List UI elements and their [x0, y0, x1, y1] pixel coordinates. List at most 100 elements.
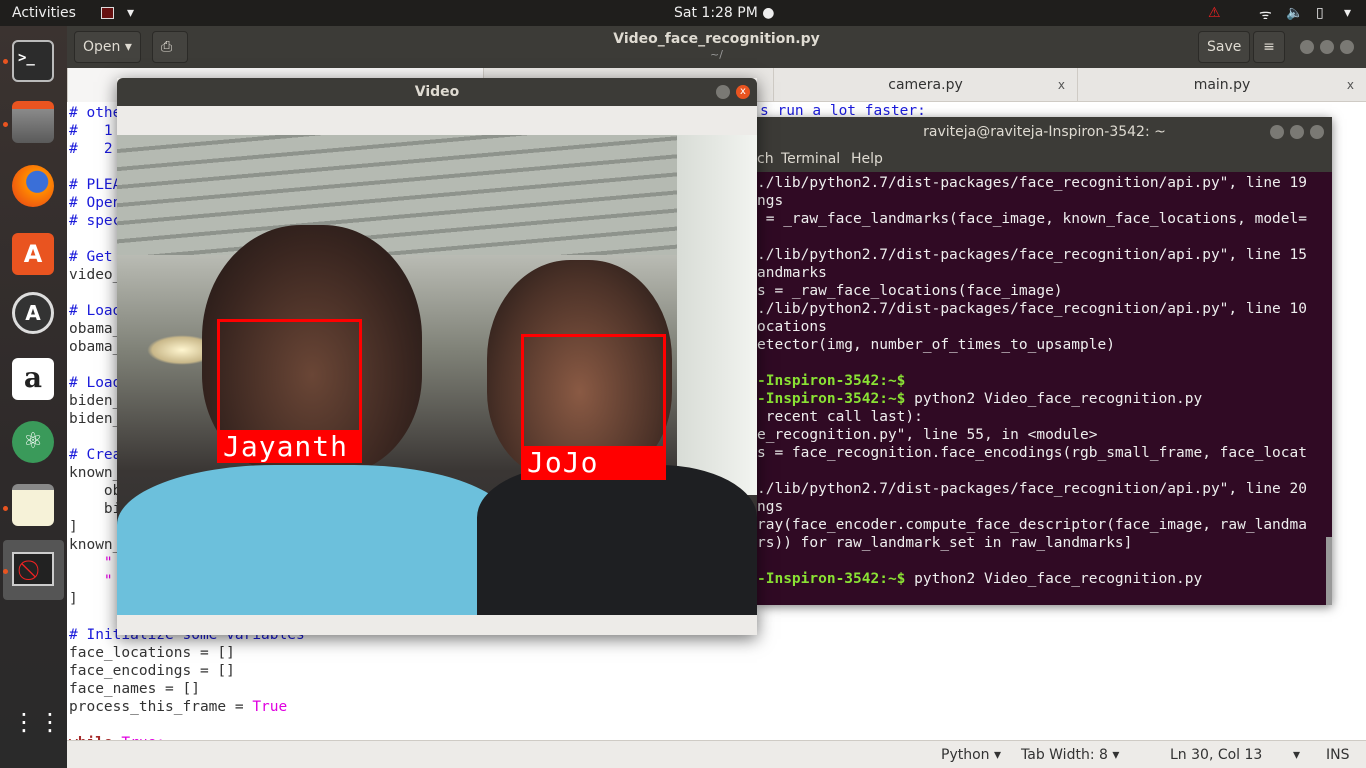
top-bar: Activities ▾ Sat 1:28 PM ● ⚠ ᯤ 🔈 ▯ ▾ — [0, 0, 1366, 26]
terminal-maximize-button[interactable] — [1290, 125, 1304, 139]
code-text: # PLEA — [69, 177, 122, 193]
activities-button[interactable]: Activities — [12, 5, 76, 21]
volume-muted-icon[interactable]: 🔈 — [1286, 5, 1303, 21]
code-keyword: True — [252, 699, 288, 715]
terminal-title: raviteja@raviteja-Inspiron-3542: ~ — [757, 117, 1332, 147]
code-text: # spec — [69, 213, 122, 229]
wifi-icon[interactable]: ᯤ — [1259, 5, 1272, 24]
tab-width-selector[interactable]: Tab Width: 8 ▾ — [1021, 747, 1119, 763]
battery-icon[interactable]: ▯ — [1316, 5, 1324, 21]
firefox-icon[interactable] — [12, 165, 54, 207]
code-line: # spec — [69, 212, 121, 230]
terminal-line: ./lib/python2.7/dist-packages/face_recog… — [757, 174, 1307, 192]
code-text: " — [69, 573, 113, 589]
window-subtitle: ~/ — [710, 48, 723, 61]
terminal-line: -Inspiron-3542:~$ python2 Video_face_rec… — [757, 390, 1202, 408]
terminal-text: ./lib/python2.7/dist-packages/face_recog… — [757, 247, 1307, 263]
terminal-text: etector(img, number_of_times_to_upsample… — [757, 337, 1115, 353]
code-line: ] — [69, 590, 78, 608]
code-line: process_this_frame = True — [69, 698, 287, 716]
terminal-text: s = face_recognition.face_encodings(rgb_… — [757, 445, 1307, 461]
running-indicator — [3, 122, 8, 127]
code-text: # 1 — [69, 123, 113, 139]
maximize-button[interactable] — [1320, 40, 1334, 54]
code-line: bi — [69, 500, 121, 518]
code-line: # othe — [69, 104, 121, 122]
files-icon[interactable] — [12, 101, 54, 143]
terminal-line: etector(img, number_of_times_to_upsample… — [757, 336, 1115, 354]
system-menu-arrow[interactable]: ▾ — [1344, 5, 1351, 21]
video-minimize-button[interactable] — [716, 85, 730, 99]
terminal-icon[interactable]: >_ — [12, 40, 54, 82]
terminal-scrollbar[interactable] — [1326, 537, 1332, 605]
code-line: # 2 — [69, 140, 113, 158]
code-line: # PLEA — [69, 176, 121, 194]
warning-icon[interactable]: ⚠ — [1208, 5, 1221, 21]
minimize-button[interactable] — [1300, 40, 1314, 54]
code-line: ob — [69, 482, 121, 500]
terminal-line: ./lib/python2.7/dist-packages/face_recog… — [757, 246, 1307, 264]
code-text: obama_ — [69, 321, 122, 337]
terminal-line: ./lib/python2.7/dist-packages/face_recog… — [757, 300, 1307, 318]
cursor-position[interactable]: Ln 30, Col 13 — [1170, 747, 1262, 763]
code-text: # 2 — [69, 141, 113, 157]
system-monitor-icon[interactable]: ⃠ — [3, 540, 64, 600]
running-indicator — [3, 59, 8, 64]
menu-help[interactable]: Help — [851, 147, 883, 172]
terminal-text: recent call last): — [757, 409, 923, 425]
tab-label: main.py — [1193, 77, 1251, 93]
code-line: known_ — [69, 536, 121, 554]
clock[interactable]: Sat 1:28 PM ● — [674, 5, 774, 21]
close-button[interactable] — [1340, 40, 1354, 54]
insert-mode: INS — [1326, 747, 1350, 763]
terminal-line: andmarks — [757, 264, 827, 282]
code-text: # Load — [69, 375, 122, 391]
atom-icon[interactable]: ⚛ — [12, 421, 54, 463]
running-indicator — [3, 569, 8, 574]
software-center-icon[interactable]: A — [12, 233, 54, 275]
text-editor-icon[interactable] — [12, 484, 54, 526]
software-updater-icon[interactable]: A — [12, 292, 54, 334]
code-line: known_ — [69, 464, 121, 482]
video-close-button[interactable]: x — [736, 85, 750, 99]
terminal-menu-bar: ch Terminal Help — [757, 147, 1332, 172]
face-label-jayanth: Jayanth — [217, 430, 362, 463]
terminal-output[interactable]: ./lib/python2.7/dist-packages/face_recog… — [757, 173, 1332, 605]
terminal-text: ./lib/python2.7/dist-packages/face_recog… — [757, 175, 1307, 191]
menu-search[interactable]: ch — [757, 147, 774, 172]
hamburger-menu-button[interactable]: ≡ — [1253, 31, 1285, 63]
tab-close-icon[interactable]: x — [1347, 68, 1354, 102]
dock: >_ A A a ⚛ ⃠ ⋮⋮⋮ — [0, 26, 88, 768]
terminal-line: = _raw_face_landmarks(face_image, known_… — [757, 210, 1307, 228]
code-line: ] — [69, 518, 78, 536]
terminal-minimize-button[interactable] — [1270, 125, 1284, 139]
tab-camera[interactable]: camera.py x — [773, 68, 1077, 102]
video-window-title: Video — [117, 78, 757, 106]
terminal-window: raviteja@raviteja-Inspiron-3542: ~ ch Te… — [757, 117, 1332, 605]
code-line: obama_ — [69, 320, 121, 338]
code-line: face_encodings = [] — [69, 662, 235, 680]
code-text: known_ — [69, 537, 122, 553]
code-line: # Load — [69, 374, 121, 392]
window-light — [677, 135, 757, 495]
person-right-shirt — [477, 465, 757, 615]
position-arrow[interactable]: ▾ — [1293, 747, 1300, 763]
terminal-text: python2 Video_face_recognition.py — [905, 391, 1203, 407]
terminal-text: andmarks — [757, 265, 827, 281]
amazon-icon[interactable]: a — [12, 358, 54, 400]
status-bar: Python ▾ Tab Width: 8 ▾ Ln 30, Col 13 ▾ … — [67, 740, 1366, 768]
tab-main[interactable]: main.py x — [1077, 68, 1366, 102]
save-button[interactable]: Save — [1198, 31, 1251, 63]
menu-terminal[interactable]: Terminal — [781, 147, 840, 172]
video-window: Video x Jayanth JoJo — [117, 78, 757, 635]
code-text: face_encodings = [] — [69, 663, 235, 679]
app-menu-icon[interactable] — [101, 7, 114, 19]
language-selector[interactable]: Python ▾ — [941, 747, 1001, 763]
tab-close-icon[interactable]: x — [1058, 68, 1065, 102]
show-applications-icon[interactable]: ⋮⋮⋮ — [12, 710, 88, 758]
code-line: # Get — [69, 248, 113, 266]
code-text: # othe — [69, 105, 122, 121]
terminal-close-button[interactable] — [1310, 125, 1324, 139]
person-left-shirt — [117, 465, 512, 615]
app-menu-arrow[interactable]: ▾ — [127, 5, 134, 21]
